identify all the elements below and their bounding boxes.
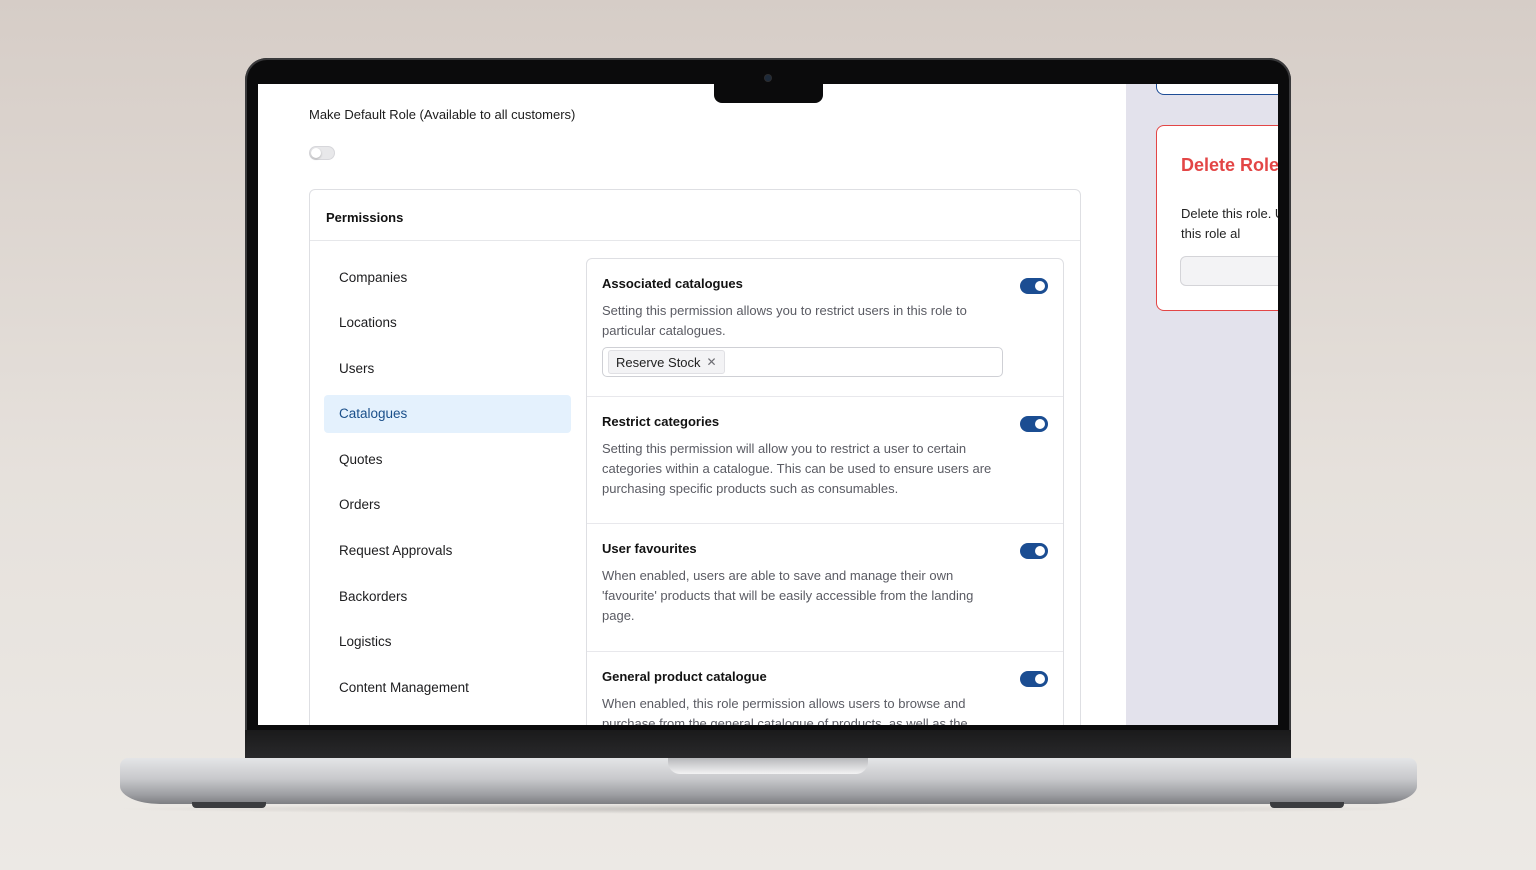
nav-item-content-management[interactable]: Content Management (324, 668, 571, 706)
laptop-shadow (108, 804, 1428, 814)
permissions-nav: Companies Locations Users Catalogues Quo… (324, 258, 571, 714)
associated-catalogues-toggle[interactable] (1020, 278, 1048, 294)
nav-item-catalogues[interactable]: Catalogues (324, 394, 571, 433)
default-role-toggle[interactable] (309, 146, 335, 160)
catalogue-tag: Reserve Stock ✕ (608, 350, 725, 374)
laptop-opening-lip (668, 758, 868, 774)
setting-description: Setting this permission allows you to re… (602, 303, 967, 338)
laptop-chin (245, 730, 1291, 760)
setting-title: User favourites (602, 541, 697, 556)
setting-description: When enabled, this role permission allow… (602, 696, 968, 725)
general-catalogue-toggle[interactable] (1020, 671, 1048, 687)
delete-role-description: Delete this role. Users that have this r… (1181, 206, 1278, 241)
toggle-knob (1035, 419, 1045, 429)
toggle-knob (311, 148, 321, 158)
nav-item-logistics[interactable]: Logistics (324, 623, 571, 661)
setting-title: Restrict categories (602, 414, 720, 429)
setting-title: General product catalogue (602, 669, 767, 684)
permissions-title: Permissions (310, 190, 1080, 241)
permission-settings-panel: Associated catalogues Setting this permi… (586, 258, 1064, 725)
restrict-categories-toggle[interactable] (1020, 416, 1048, 432)
nav-item-companies[interactable]: Companies (324, 258, 571, 296)
setting-description: Setting this permission will allow you t… (602, 441, 992, 496)
setting-title: Associated catalogues (602, 276, 743, 291)
app-screen: Make Default Role (Available to all cust… (258, 84, 1278, 725)
user-favourites-toggle[interactable] (1020, 543, 1048, 559)
setting-associated-catalogues: Associated catalogues Setting this permi… (587, 259, 1063, 397)
setting-restrict-categories: Restrict categories Setting this permiss… (587, 397, 1063, 524)
default-role-label: Make Default Role (Available to all cust… (309, 107, 576, 122)
delete-role-button[interactable] (1180, 256, 1278, 286)
camera-icon (765, 75, 771, 81)
laptop-foot (1270, 802, 1344, 808)
delete-role-title: Delete Role (1181, 155, 1278, 175)
nav-item-users[interactable]: Users (324, 349, 571, 387)
nav-item-quotes[interactable]: Quotes (324, 440, 571, 478)
catalogue-tag-input[interactable]: Reserve Stock ✕ (602, 347, 1003, 377)
nav-item-request-approvals[interactable]: Request Approvals (324, 532, 571, 570)
nav-item-locations[interactable]: Locations (324, 304, 571, 342)
setting-description: When enabled, users are able to save and… (602, 568, 974, 623)
screen-notch (714, 84, 823, 103)
toggle-knob (1035, 281, 1045, 291)
toggle-knob (1035, 546, 1045, 556)
setting-user-favourites: User favourites When enabled, users are … (587, 524, 1063, 652)
laptop-foot (192, 802, 266, 808)
nav-item-backorders[interactable]: Backorders (324, 577, 571, 615)
toggle-knob (1035, 674, 1045, 684)
nav-item-orders[interactable]: Orders (324, 486, 571, 524)
remove-tag-icon[interactable]: ✕ (707, 355, 717, 369)
top-card (1156, 84, 1278, 95)
delete-role-card: Delete Role Delete this role. Users that… (1156, 125, 1278, 311)
tag-label: Reserve Stock (616, 354, 701, 370)
setting-general-product-catalogue: General product catalogue When enabled, … (587, 652, 1063, 725)
